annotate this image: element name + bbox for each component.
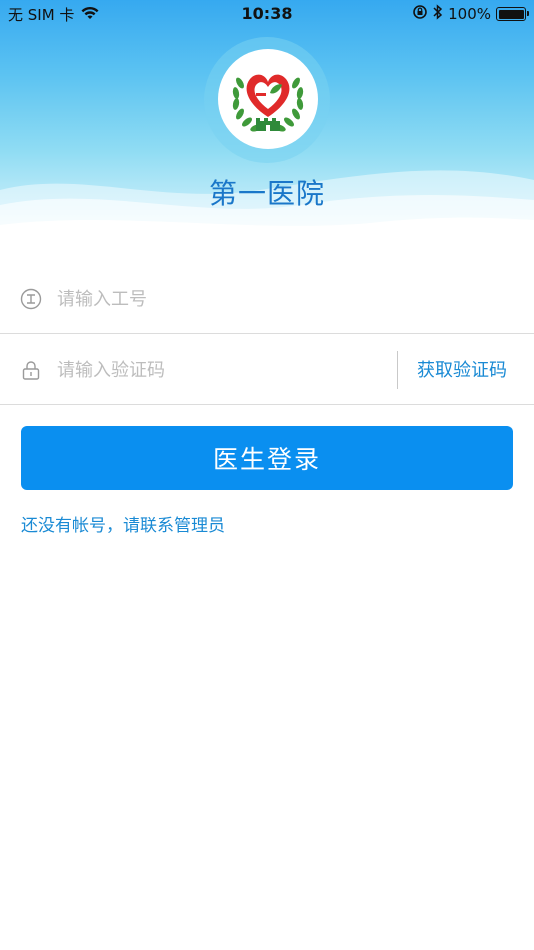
field-divider: [397, 351, 398, 389]
employee-id-row: [0, 264, 534, 334]
bluetooth-icon: [433, 4, 443, 24]
orientation-lock-icon: [412, 4, 428, 24]
battery-percent: 100%: [448, 5, 491, 23]
lock-icon: [20, 359, 42, 381]
status-bar: 无 SIM 卡 10:38 100%: [0, 0, 534, 28]
contact-admin-link[interactable]: 还没有帐号，请联系管理员: [21, 511, 225, 536]
doctor-login-button[interactable]: 医生登录: [21, 426, 513, 490]
battery-icon: [496, 7, 529, 21]
get-code-button[interactable]: 获取验证码: [404, 357, 520, 385]
employee-id-input[interactable]: [57, 282, 497, 316]
verify-code-row: 获取验证码: [0, 335, 534, 405]
id-badge-icon: [20, 288, 42, 310]
hospital-logo: [218, 49, 318, 149]
hospital-name: 第一医院: [208, 177, 325, 210]
verify-code-input[interactable]: [57, 353, 377, 387]
